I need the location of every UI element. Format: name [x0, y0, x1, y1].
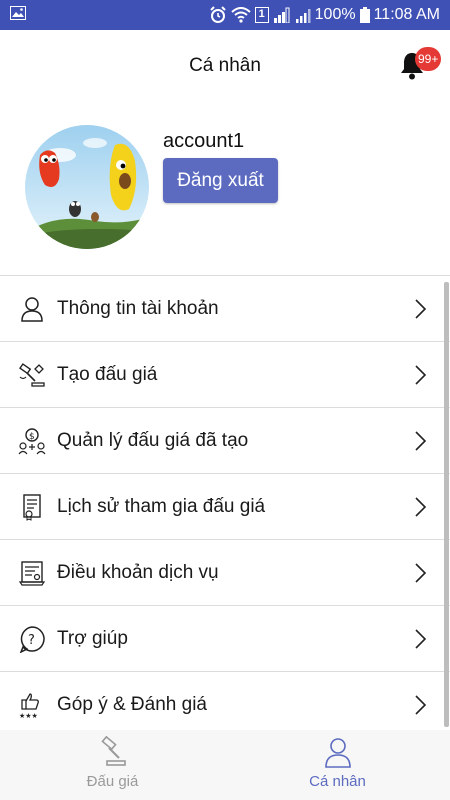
- tab-auction[interactable]: Đấu giá: [0, 730, 225, 800]
- tab-personal[interactable]: Cá nhân: [225, 730, 450, 800]
- gavel-icon: [97, 735, 129, 768]
- chevron-right-icon: [412, 694, 428, 716]
- gallery-notification-icon: [10, 5, 26, 25]
- menu-item-label: Góp ý & Đánh giá: [57, 693, 207, 715]
- chevron-right-icon: [412, 496, 428, 518]
- signal-secondary-icon: [295, 7, 311, 23]
- scrollbar[interactable]: [444, 282, 449, 727]
- avatar[interactable]: [25, 125, 149, 249]
- auction-hammer-icon: [18, 361, 46, 389]
- username: account1: [163, 130, 245, 152]
- svg-text:?: ?: [28, 633, 35, 648]
- menu-item-help[interactable]: ? Trợ giúp: [0, 606, 450, 672]
- feedback-rating-icon: ★★★: [18, 691, 46, 720]
- svg-text:$: $: [29, 432, 35, 442]
- alarm-icon: [209, 6, 227, 24]
- menu-item-create-auction[interactable]: Tạo đấu giá: [0, 342, 450, 408]
- person-icon: [322, 736, 354, 768]
- signal-icon: [273, 7, 291, 23]
- menu-item-label: Trợ giúp: [57, 627, 128, 649]
- battery-percent: 100%: [314, 6, 356, 23]
- profile-section: account1 Đăng xuất: [0, 110, 450, 275]
- page-title: Cá nhân: [189, 55, 261, 76]
- svg-text:★★★: ★★★: [19, 712, 38, 719]
- menu-item-manage-auctions[interactable]: $ Quản lý đấu giá đã tạo: [0, 408, 450, 474]
- battery-icon: [359, 7, 370, 23]
- menu-item-terms-of-service[interactable]: Điều khoản dịch vụ: [0, 540, 450, 606]
- menu-item-label: Lịch sử tham gia đấu giá: [57, 495, 266, 517]
- menu-item-account-info[interactable]: Thông tin tài khoản: [0, 276, 450, 342]
- sim-badge: 1: [254, 7, 269, 23]
- chevron-right-icon: [412, 628, 428, 650]
- chevron-right-icon: [412, 430, 428, 452]
- chevron-right-icon: [412, 298, 428, 320]
- profile-menu: Thông tin tài khoản Tạo đấu giá $ Quản l…: [0, 275, 450, 738]
- status-bar: 1 100% 11:08 AM: [0, 0, 450, 30]
- menu-item-label: Tạo đấu giá: [57, 363, 158, 385]
- logout-button[interactable]: Đăng xuất: [163, 158, 278, 203]
- help-icon: ?: [18, 625, 46, 654]
- app-header: Cá nhân: [0, 30, 450, 102]
- money-management-icon: $: [18, 427, 46, 455]
- tab-label: Cá nhân: [309, 773, 366, 790]
- user-icon: [18, 295, 46, 323]
- menu-item-label: Thông tin tài khoản: [57, 297, 219, 319]
- wifi-icon: [230, 7, 251, 23]
- tab-label: Đấu giá: [86, 773, 139, 790]
- menu-item-label: Quản lý đấu giá đã tạo: [57, 429, 249, 451]
- clock: 11:08 AM: [373, 6, 440, 23]
- document-history-icon: [18, 493, 46, 521]
- menu-item-feedback[interactable]: ★★★ Góp ý & Đánh giá: [0, 672, 450, 738]
- notification-count-badge: 99+: [415, 47, 442, 71]
- chevron-right-icon: [412, 562, 428, 584]
- chevron-right-icon: [412, 364, 428, 386]
- menu-item-label: Điều khoản dịch vụ: [57, 561, 219, 583]
- terms-certificate-icon: [18, 559, 46, 587]
- bottom-navigation: Đấu giá Cá nhân: [0, 730, 450, 800]
- menu-item-auction-history[interactable]: Lịch sử tham gia đấu giá: [0, 474, 450, 540]
